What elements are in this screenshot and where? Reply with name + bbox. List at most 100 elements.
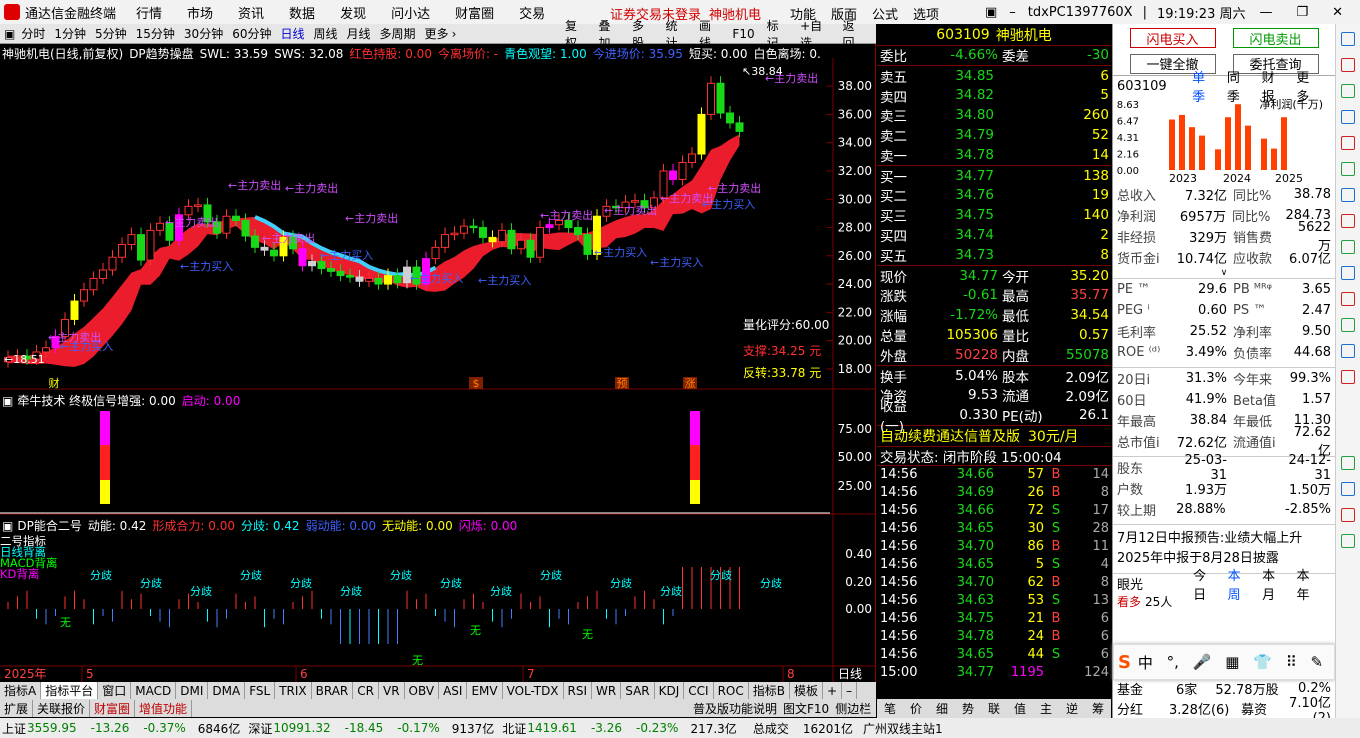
toolbar-menu-icon[interactable]: ▣ bbox=[4, 27, 15, 41]
period-tab[interactable]: 1分钟 bbox=[54, 25, 86, 42]
ad-price[interactable]: 30元/月 bbox=[1028, 426, 1079, 446]
indicator-tab[interactable]: BRAR bbox=[312, 682, 354, 699]
quote-tab[interactable]: 逆 bbox=[1059, 700, 1085, 717]
ad-row[interactable]: 自动续费通达信普及版 30元/月 bbox=[877, 426, 1111, 446]
indicator-tab[interactable]: 指标平台 bbox=[41, 682, 99, 699]
book-row[interactable]: 卖一 34.78 14 bbox=[877, 145, 1111, 165]
period-tab[interactable]: 周线 bbox=[314, 25, 338, 42]
ime-button[interactable]: 中 bbox=[1138, 652, 1153, 673]
restore-icon[interactable]: ▣ bbox=[985, 5, 997, 20]
menu-item[interactable]: 数据 bbox=[289, 3, 315, 22]
ime-button[interactable]: ▦ bbox=[1225, 653, 1239, 671]
rsi-icon[interactable] bbox=[1341, 482, 1355, 496]
list-icon[interactable] bbox=[1341, 370, 1355, 384]
kline-chart-area[interactable]: 38.00 36.00 34.00 32.00 30.00 28.00 26.00 24.00… bbox=[0, 44, 876, 682]
mail-icon[interactable] bbox=[1341, 456, 1355, 470]
indicator-tab[interactable]: CR bbox=[353, 682, 379, 699]
quote-tab[interactable]: 值 bbox=[1007, 700, 1033, 717]
extension-tab[interactable]: 财富圈 bbox=[90, 699, 136, 717]
grid-icon[interactable] bbox=[1341, 58, 1355, 72]
ime-button[interactable]: ⠿ bbox=[1286, 653, 1297, 671]
star-icon[interactable] bbox=[1341, 318, 1355, 332]
ime-logo-icon[interactable]: S bbox=[1118, 652, 1131, 673]
sub2-title[interactable]: DP能合二号 bbox=[17, 517, 81, 534]
eyes-tab[interactable]: 本年 bbox=[1297, 565, 1319, 603]
indicator-tab[interactable]: 指标B bbox=[749, 682, 790, 699]
eyes-tab[interactable]: 今日 bbox=[1193, 565, 1215, 603]
sub1-title[interactable]: 牵牛技术 终极信号增强: 0.00 bbox=[17, 392, 175, 409]
period-tab[interactable]: 多周期 bbox=[380, 25, 416, 42]
indicator-tab[interactable]: 模板 bbox=[790, 682, 823, 699]
book-row[interactable]: 买二 34.76 19 bbox=[877, 186, 1111, 205]
indicator-tab[interactable]: MACD bbox=[131, 682, 177, 699]
index-name[interactable]: 上证 bbox=[2, 720, 26, 737]
eyes-tab[interactable]: 本月 bbox=[1262, 565, 1284, 603]
ad-text[interactable]: 自动续费通达信普及版 bbox=[880, 426, 1020, 446]
period-tab[interactable]: 5分钟 bbox=[95, 25, 127, 42]
more-chevron-icon[interactable]: › bbox=[452, 27, 457, 41]
indicator-tab[interactable]: OBV bbox=[405, 682, 440, 699]
ime-button[interactable]: 👕 bbox=[1253, 653, 1272, 671]
menu-item[interactable]: 问小达 bbox=[391, 3, 430, 22]
minimize-icon[interactable]: — bbox=[1259, 5, 1272, 20]
eyes-tab[interactable]: 本周 bbox=[1228, 565, 1250, 603]
extension-link[interactable]: 侧边栏 bbox=[832, 700, 874, 717]
book-row[interactable]: 卖四 34.82 5 bbox=[877, 86, 1111, 105]
book-row[interactable]: 买四 34.74 2 bbox=[877, 225, 1111, 245]
flash-sell-button[interactable]: 闪电卖出 bbox=[1232, 28, 1319, 48]
period-tab[interactable]: 更多 bbox=[425, 25, 449, 42]
collapse-icon[interactable]: – bbox=[842, 682, 858, 699]
add-tab-icon[interactable]: + bbox=[823, 682, 843, 699]
menu-item[interactable]: 资讯 bbox=[238, 3, 264, 22]
period-tab[interactable]: 15分钟 bbox=[136, 25, 175, 42]
indicator-tab[interactable]: TRIX bbox=[275, 682, 312, 699]
indicator-tab[interactable]: VR bbox=[379, 682, 405, 699]
news-preview[interactable]: 7月12日中报预告:业绩大幅上升 bbox=[1117, 529, 1331, 549]
sub1-menu-icon[interactable]: ▣ bbox=[2, 394, 13, 408]
indicator-tab[interactable]: DMI bbox=[176, 682, 209, 699]
quote-tab[interactable]: 主 bbox=[1033, 700, 1059, 717]
indicator-tab[interactable]: RSI bbox=[564, 682, 593, 699]
sub2-menu-icon[interactable]: ▣ bbox=[2, 519, 13, 533]
chart-action-button[interactable]: F10 bbox=[732, 27, 754, 41]
menu-item[interactable]: 选项 bbox=[913, 4, 939, 23]
doc-icon[interactable] bbox=[1341, 136, 1355, 150]
compass-icon[interactable] bbox=[1341, 214, 1355, 228]
indicator-tab[interactable]: WR bbox=[592, 682, 622, 699]
indicator-tab[interactable]: 窗口 bbox=[98, 682, 132, 699]
bull-label[interactable]: 看多 bbox=[1117, 593, 1141, 610]
zoom-icon[interactable] bbox=[1341, 508, 1355, 522]
book-row[interactable]: 卖二 34.79 52 bbox=[877, 125, 1111, 145]
chart-icon[interactable] bbox=[1341, 292, 1355, 306]
extension-link[interactable]: 图文F10 bbox=[780, 700, 832, 717]
chart-icon[interactable] bbox=[1341, 266, 1355, 280]
fold-icon[interactable] bbox=[1341, 32, 1355, 46]
index-name[interactable]: 深证 bbox=[248, 720, 272, 737]
menu-item[interactable]: 发现 bbox=[340, 3, 366, 22]
indicator-tab[interactable]: SAR bbox=[621, 682, 655, 699]
move-icon[interactable] bbox=[1341, 534, 1355, 548]
indicator-tab[interactable]: EMV bbox=[467, 682, 503, 699]
quote-tab[interactable]: 笔 bbox=[877, 700, 903, 717]
extension-tab[interactable]: 扩展 bbox=[0, 699, 34, 717]
calendar-icon[interactable] bbox=[1341, 84, 1355, 98]
menu-item[interactable]: 交易 bbox=[519, 3, 545, 22]
indicator-tab[interactable]: KDJ bbox=[655, 682, 685, 699]
ime-button[interactable]: °, bbox=[1167, 653, 1179, 671]
book-row[interactable]: 买五 34.73 8 bbox=[877, 245, 1111, 265]
period-tab[interactable]: 分时 bbox=[21, 25, 45, 42]
people-icon[interactable] bbox=[1341, 188, 1355, 202]
quote-tab[interactable]: 价 bbox=[903, 700, 929, 717]
minimize-small-icon[interactable]: – bbox=[1009, 5, 1016, 20]
flash-buy-button[interactable]: 闪电买入 bbox=[1129, 28, 1216, 48]
index-name[interactable]: 北证 bbox=[502, 720, 526, 737]
extension-link[interactable]: 普及版功能说明 bbox=[690, 700, 780, 717]
extension-tab[interactable]: 关联报价 bbox=[33, 699, 91, 717]
ime-button[interactable]: 🎤 bbox=[1193, 653, 1212, 671]
indicator-tab[interactable]: ROC bbox=[714, 682, 749, 699]
maximize-icon[interactable]: ❐ bbox=[1296, 5, 1308, 20]
close-icon[interactable]: ✕ bbox=[1332, 5, 1343, 20]
expand-chevron-icon[interactable]: ∨ bbox=[1113, 268, 1335, 278]
book-row[interactable]: 卖五 34.85 6 bbox=[877, 66, 1111, 86]
extension-tab[interactable]: 增值功能 bbox=[135, 699, 193, 717]
